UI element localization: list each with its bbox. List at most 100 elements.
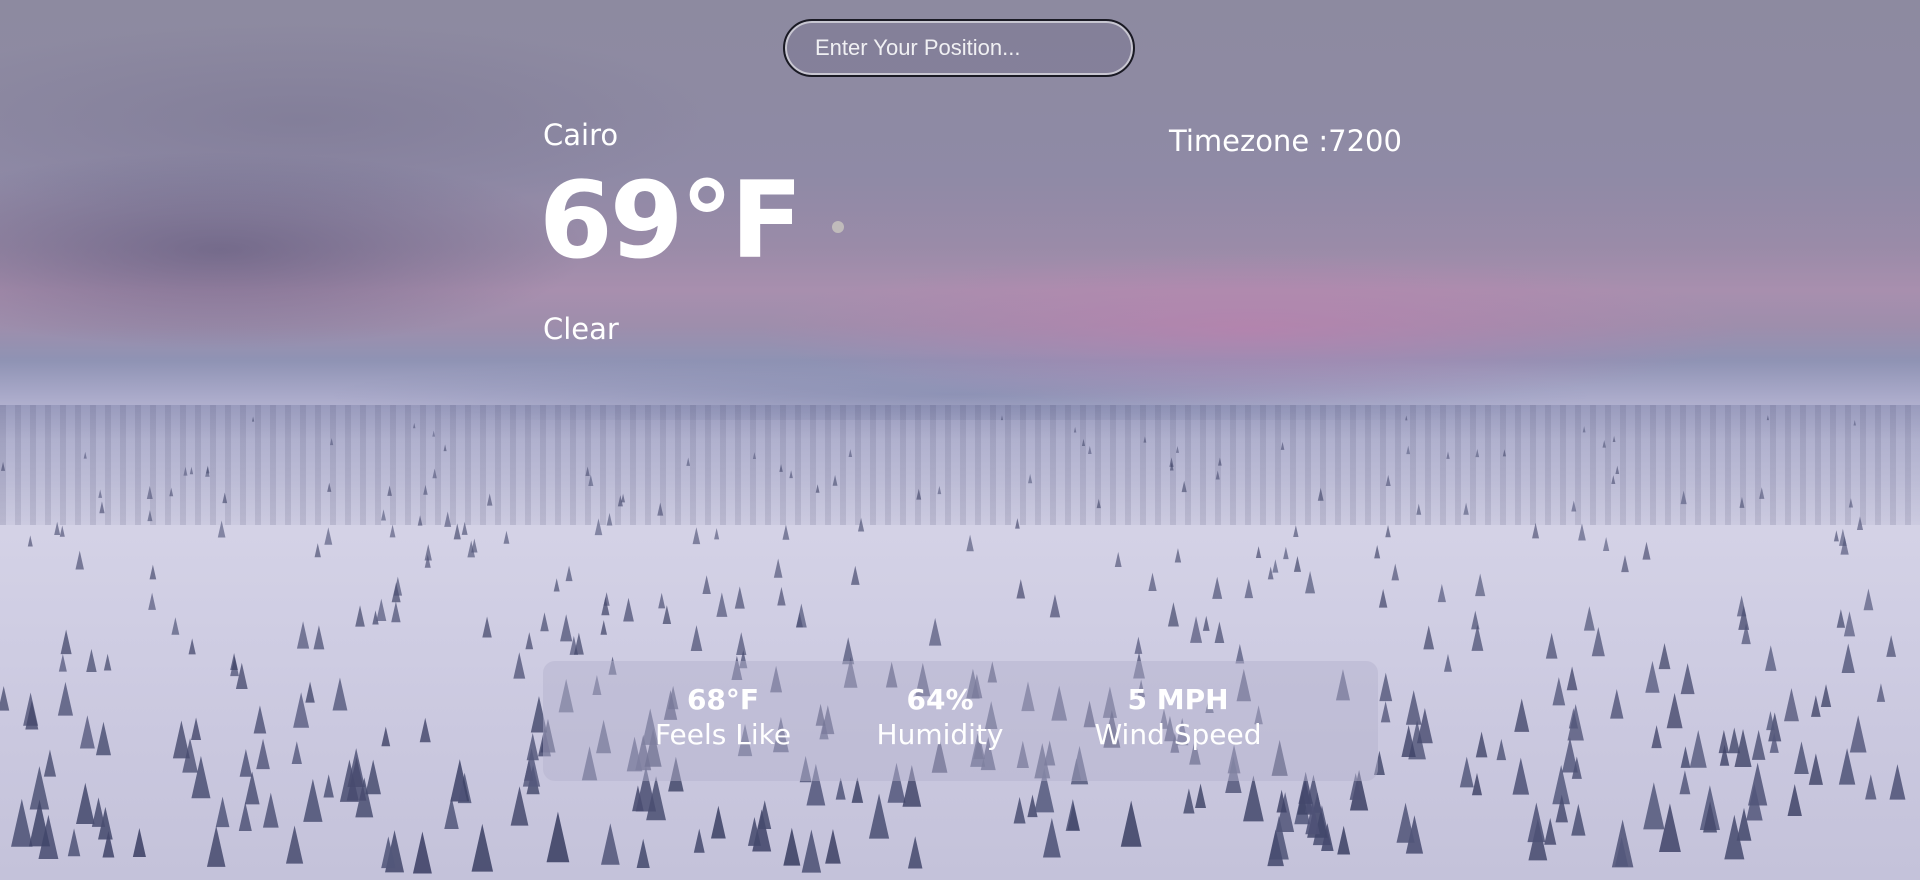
conifer-tree: [11, 798, 33, 847]
conifer-tree: [623, 597, 634, 622]
conifer-tree: [736, 632, 747, 656]
conifer-tree: [1396, 802, 1415, 843]
conifer-tree: [305, 681, 315, 703]
conifer-tree: [149, 564, 157, 580]
conifer-tree: [27, 535, 33, 547]
conifer-tree: [1385, 524, 1391, 538]
conifer-tree: [1190, 616, 1203, 643]
conifer-tree: [1643, 782, 1665, 830]
conifer-tree: [779, 464, 783, 472]
conifer-tree: [1666, 692, 1683, 729]
conifer-tree: [471, 823, 494, 872]
conifer-tree: [600, 823, 620, 865]
conifer-tree: [1621, 555, 1629, 573]
conifer-tree: [1496, 738, 1507, 761]
conifer-tree: [206, 825, 226, 867]
conifer-tree: [716, 592, 728, 617]
conifer-tree: [355, 605, 365, 627]
conifer-tree: [1406, 445, 1411, 455]
conifer-tree: [1374, 545, 1381, 559]
conifer-tree: [1243, 775, 1264, 822]
conifer-tree: [1391, 563, 1400, 581]
conifer-tree: [303, 778, 323, 822]
conifer-tree: [1028, 473, 1033, 484]
conifer-tree: [1475, 573, 1486, 597]
conifer-tree: [1591, 627, 1605, 657]
conifer-tree: [789, 470, 793, 479]
conifer-tree: [86, 648, 97, 673]
conifer-tree: [857, 517, 865, 532]
position-search-input[interactable]: [783, 19, 1135, 77]
conifer-tree: [1552, 677, 1566, 706]
conifer-tree: [417, 515, 423, 526]
conifer-tree: [1272, 559, 1279, 573]
conifer-tree: [1808, 753, 1823, 785]
conifer-tree: [444, 796, 459, 829]
weather-details-panel: 68°F Feels Like 64% Humidity 5 MPH Wind …: [543, 661, 1378, 781]
conifer-tree: [1820, 684, 1832, 708]
conifer-tree: [546, 811, 570, 863]
conifer-tree: [851, 777, 864, 803]
conifer-tree: [1283, 546, 1289, 560]
conifer-tree: [1849, 715, 1867, 753]
conifer-tree: [1602, 439, 1606, 448]
conifer-tree: [253, 705, 267, 734]
conifer-tree: [1114, 551, 1122, 568]
conifer-tree: [1766, 415, 1769, 421]
conifer-tree: [815, 484, 820, 493]
conifer-tree: [1651, 725, 1662, 749]
conifer-tree: [1658, 643, 1671, 670]
conifer-tree: [773, 558, 783, 578]
conifer-tree: [1612, 435, 1616, 442]
humidity-label: Humidity: [876, 717, 1004, 751]
conifer-tree: [734, 586, 745, 609]
conifer-tree: [1583, 606, 1595, 631]
conifer-tree: [783, 827, 801, 866]
conifer-tree: [91, 797, 106, 827]
conifer-tree: [553, 578, 560, 592]
conifer-tree: [329, 437, 334, 446]
conifer-tree: [1175, 445, 1180, 453]
conifer-tree: [189, 466, 194, 475]
conifer-tree: [690, 625, 703, 651]
conifer-tree: [1000, 415, 1004, 421]
conifer-tree: [1096, 498, 1101, 509]
conifer-tree: [1087, 445, 1092, 454]
conifer-tree: [1215, 470, 1220, 480]
conifer-tree: [169, 487, 174, 497]
conifer-tree: [146, 485, 153, 499]
conifer-tree: [423, 484, 428, 495]
conifer-tree: [1680, 663, 1695, 695]
humidity-stat: 64% Humidity: [870, 683, 1010, 753]
conifer-tree: [1736, 595, 1747, 617]
conifer-tree: [565, 565, 573, 582]
conifer-tree: [606, 512, 613, 526]
conifer-tree: [1839, 528, 1847, 546]
conifer-tree: [413, 422, 416, 429]
conifer-tree: [1856, 516, 1864, 530]
conifer-tree: [850, 565, 860, 585]
conifer-tree: [1305, 571, 1316, 594]
conifer-tree: [1446, 451, 1450, 459]
conifer-tree: [95, 721, 111, 756]
conifer-tree: [443, 444, 447, 452]
feels-like-value: 68°F: [686, 683, 760, 716]
conifer-tree: [1293, 525, 1299, 537]
conifer-tree: [1148, 572, 1157, 592]
conifer-tree: [251, 416, 255, 422]
conifer-tree: [1545, 632, 1558, 659]
conifer-tree: [58, 653, 67, 672]
conifer-tree: [795, 603, 807, 628]
weather-condition: Clear: [543, 312, 619, 346]
conifer-tree: [1680, 746, 1691, 768]
conifer-tree: [1863, 588, 1874, 611]
conifer-tree: [510, 786, 529, 826]
conifer-tree: [419, 717, 431, 743]
conifer-tree: [183, 466, 188, 476]
conifer-tree: [262, 792, 279, 828]
current-temperature: 69°F: [539, 159, 803, 282]
conifer-tree: [1680, 490, 1687, 505]
feels-like-stat: 68°F Feels Like: [653, 683, 793, 753]
conifer-tree: [1202, 615, 1210, 631]
conifer-tree: [1514, 698, 1530, 732]
